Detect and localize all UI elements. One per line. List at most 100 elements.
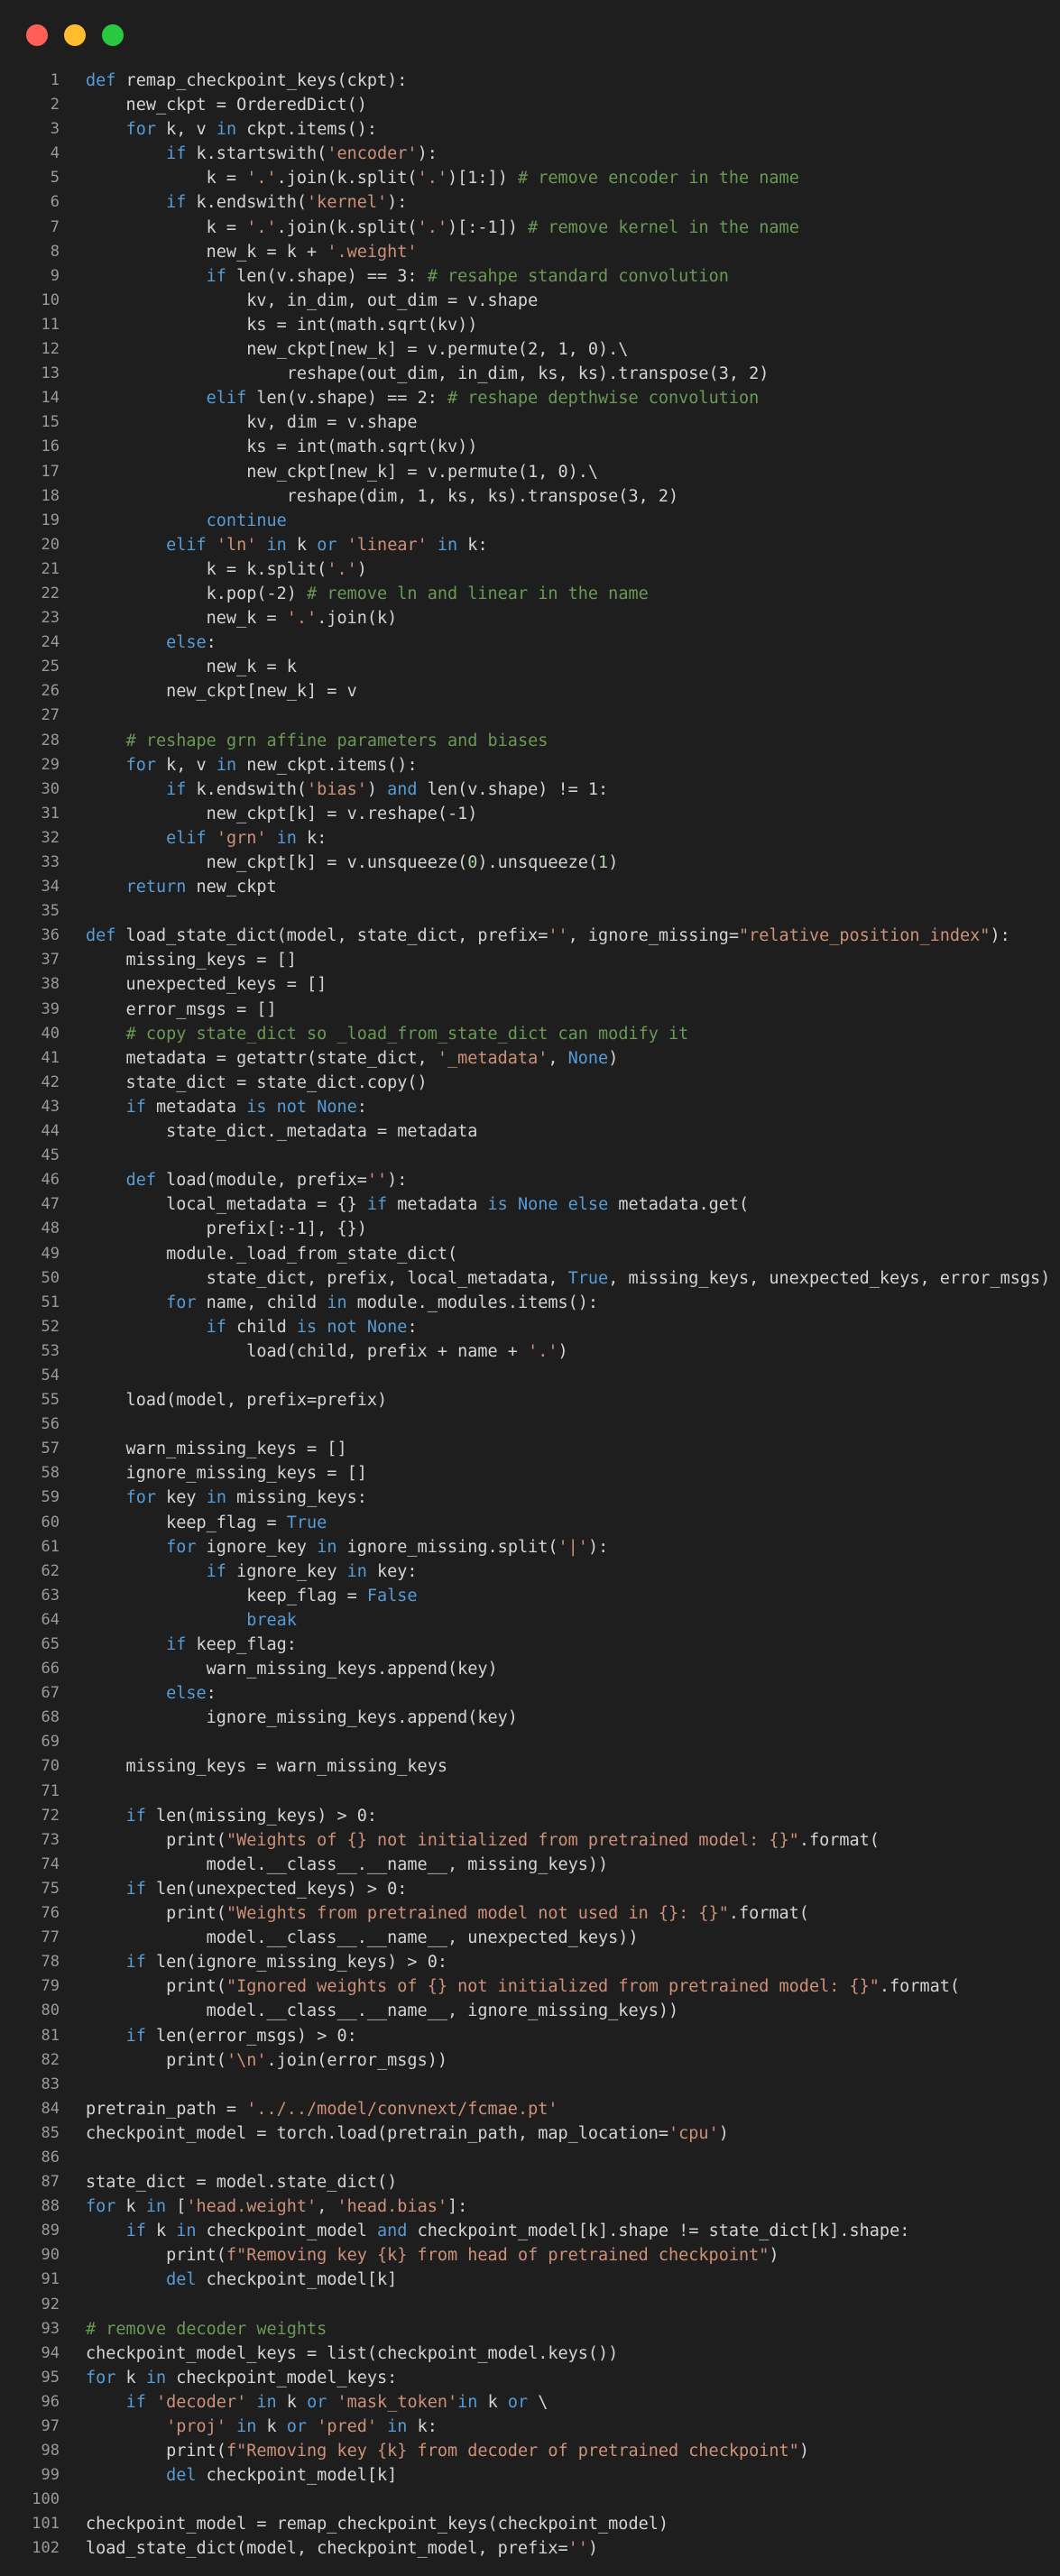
code-line: 76 print("Weights from pretrained model … <box>0 1901 1060 1926</box>
line-number: 5 <box>50 169 60 188</box>
line-number: 26 <box>41 682 60 701</box>
line-number: 81 <box>41 2026 60 2045</box>
code-line: 84 pretrain_path = '../../model/convnext/… <box>0 2097 1060 2121</box>
line-number: 41 <box>41 1048 60 1067</box>
code-line: 16 ks = int(math.sqrt(kv)) <box>0 435 1060 459</box>
code-text: if len(ignore_missing_keys) > 0: <box>125 1953 447 1973</box>
line-number: 95 <box>41 2368 60 2387</box>
code-line: 33 new_ckpt[k] = v.unsqueeze(0).unsqueez… <box>0 851 1060 875</box>
code-line: 50 state_dict, prefix, local_metadata, T… <box>0 1266 1060 1291</box>
line-number: 102 <box>32 2539 60 2558</box>
code-line: 26 new_ckpt[new_k] = v <box>0 679 1060 704</box>
code-line: 68 ignore_missing_keys.append(key) <box>0 1706 1060 1730</box>
code-text: def remap_checkpoint_keys(ckpt): <box>86 71 408 90</box>
code-line: 63 keep_flag = False <box>0 1584 1060 1608</box>
code-text: if ignore_key in key: <box>206 1561 418 1581</box>
line-number: 59 <box>41 1488 60 1507</box>
code-text: keep_flag = True <box>86 1513 327 1532</box>
line-number: 48 <box>41 1219 60 1238</box>
line-number: 50 <box>41 1268 60 1287</box>
line-number: 54 <box>41 1366 60 1385</box>
line-number: 94 <box>41 2343 60 2362</box>
code-text: error_msgs = [] <box>86 999 277 1019</box>
line-number: 57 <box>41 1440 60 1458</box>
code-text: kv, dim = v.shape <box>86 413 418 433</box>
code-text: reshape(dim, 1, ks, ks).transpose(3, 2) <box>86 486 679 506</box>
code-line: 58 ignore_missing_keys = [] <box>0 1461 1060 1486</box>
maximize-window-icon[interactable] <box>102 24 124 46</box>
line-number: 43 <box>41 1097 60 1116</box>
line-number: 97 <box>41 2417 60 2435</box>
code-text: else: <box>166 633 217 653</box>
line-number: 30 <box>41 779 60 798</box>
code-line: 21 k = k.split('.') <box>0 557 1060 582</box>
code-line: 77 model.__class__.__name__, unexpected_… <box>0 1926 1060 1950</box>
code-text: if len(missing_keys) > 0: <box>125 1806 378 1826</box>
code-text: k = '.'.join(k.split('.')[1:]) # remove … <box>86 169 799 189</box>
line-number: 83 <box>41 2075 60 2093</box>
minimize-window-icon[interactable] <box>64 24 86 46</box>
code-line: 7 k = '.'.join(k.split('.')[:-1]) # remo… <box>0 216 1060 240</box>
code-text: load(model, prefix=prefix) <box>86 1391 388 1411</box>
code-text: for ignore_key in ignore_missing.split('… <box>166 1537 609 1557</box>
line-number: 8 <box>50 242 60 261</box>
code-text: state_dict = state_dict.copy() <box>86 1072 428 1092</box>
code-line: 73 print("Weights of {} not initialized … <box>0 1828 1060 1853</box>
code-text: print('\n'.join(error_msgs)) <box>86 2050 447 2070</box>
code-line: 8 new_k = k + '.weight' <box>0 240 1060 264</box>
code-line: 34 return new_ckpt <box>0 875 1060 899</box>
line-number: 32 <box>41 828 60 847</box>
code-text: elif 'ln' in k or 'linear' in k: <box>166 535 488 555</box>
code-line: 71 <box>0 1780 1060 1804</box>
line-number: 18 <box>41 486 60 505</box>
code-text: print(f"Removing key {k} from decoder of… <box>86 2442 809 2461</box>
code-line: 47 local_metadata = {} if metadata is No… <box>0 1192 1060 1217</box>
code-line: 42 state_dict = state_dict.copy() <box>0 1071 1060 1095</box>
code-text: print(f"Removing key {k} from head of pr… <box>86 2246 779 2266</box>
code-line: 44 state_dict._metadata = metadata <box>0 1119 1060 1144</box>
code-text: load(child, prefix + name + '.') <box>86 1341 568 1361</box>
code-text: new_ckpt[new_k] = v <box>86 682 357 702</box>
code-line: 25 new_k = k <box>0 655 1060 679</box>
code-text: if 'decoder' in k or 'mask_token'in k or… <box>125 2392 548 2412</box>
code-text: kv, in_dim, out_dim = v.shape <box>86 290 539 310</box>
code-text: def load_state_dict(model, state_dict, p… <box>86 926 1010 946</box>
line-number: 96 <box>41 2392 60 2411</box>
code-text: prefix[:-1], {}) <box>86 1219 367 1239</box>
code-text: metadata = getattr(state_dict, '_metadat… <box>86 1048 619 1068</box>
title-bar <box>0 0 1060 70</box>
line-number: 92 <box>41 2295 60 2314</box>
line-number: 87 <box>41 2173 60 2192</box>
code-text: model.__class__.__name__, ignore_missing… <box>86 2001 679 2021</box>
line-number: 61 <box>41 1537 60 1556</box>
line-number: 55 <box>41 1391 60 1410</box>
code-line: 89 if k in checkpoint_model and checkpoi… <box>0 2219 1060 2243</box>
code-text: if k.endswith('kernel'): <box>166 193 408 213</box>
code-editor[interactable]: 1 def remap_checkpoint_keys(ckpt): 2 new_c… <box>0 69 1060 2562</box>
code-text: new_k = k + '.weight' <box>86 242 418 262</box>
line-number: 82 <box>41 2050 60 2069</box>
code-text: for k in ['head.weight', 'head.bias']: <box>86 2197 468 2217</box>
code-text: print("Ignored weights of {} not initial… <box>86 1977 961 1997</box>
code-text: if k.endswith('bias') and len(v.shape) !… <box>166 779 609 799</box>
code-text: # reshape grn affine parameters and bias… <box>125 731 548 750</box>
code-text: new_ckpt = OrderedDict() <box>86 96 367 115</box>
code-text: # remove decoder weights <box>86 2319 327 2339</box>
code-line: 41 metadata = getattr(state_dict, '_meta… <box>0 1046 1060 1071</box>
code-text: reshape(out_dim, in_dim, ks, ks).transpo… <box>86 364 770 384</box>
line-number: 60 <box>41 1513 60 1532</box>
line-number: 20 <box>41 535 60 554</box>
line-number: 27 <box>41 706 60 725</box>
line-number: 6 <box>50 193 60 212</box>
close-window-icon[interactable] <box>26 24 48 46</box>
line-number: 49 <box>41 1244 60 1263</box>
code-line: 31 new_ckpt[k] = v.reshape(-1) <box>0 802 1060 826</box>
code-line: 48 prefix[:-1], {}) <box>0 1217 1060 1241</box>
code-line: 6 if k.endswith('kernel'): <box>0 190 1060 215</box>
code-text: ks = int(math.sqrt(kv)) <box>86 315 478 335</box>
code-text: missing_keys = [] <box>86 951 297 971</box>
code-text: load_state_dict(model, checkpoint_model,… <box>86 2539 599 2559</box>
code-line: 100 <box>0 2488 1060 2512</box>
line-number: 76 <box>41 1904 60 1923</box>
line-number: 100 <box>32 2490 60 2509</box>
